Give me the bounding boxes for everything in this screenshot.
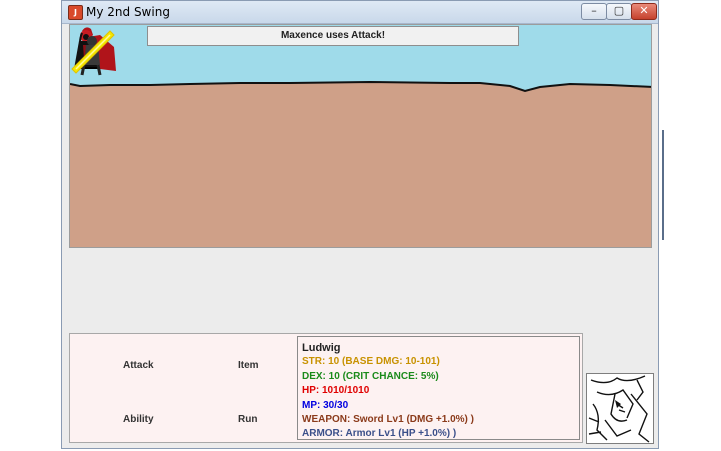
window-title: My 2nd Swing <box>86 5 170 19</box>
command-panel: Attack Item Ability Run Ludwig STR: 10 (… <box>69 333 583 443</box>
player-sprite <box>71 30 116 76</box>
attack-button[interactable]: Attack <box>119 358 158 373</box>
battle-background <box>70 25 651 247</box>
maximize-button[interactable]: ▢ <box>606 3 632 20</box>
title-bar[interactable]: J My 2nd Swing – ▢ ✕ <box>62 1 658 24</box>
stat-hp: HP: 1010/1010 <box>302 385 370 397</box>
battle-scene: Maxence uses Attack! <box>69 24 652 248</box>
background-right <box>659 0 721 451</box>
item-button[interactable]: Item <box>234 358 263 373</box>
desktop-edge-line <box>662 130 664 240</box>
close-button[interactable]: ✕ <box>631 3 657 20</box>
character-stats: Ludwig STR: 10 (BASE DMG: 10-101) DEX: 1… <box>297 336 580 440</box>
java-app-icon: J <box>68 5 83 20</box>
stat-str: STR: 10 (BASE DMG: 10-101) <box>302 356 440 368</box>
ability-button[interactable]: Ability <box>119 412 158 427</box>
background-left <box>0 0 62 451</box>
stat-dex: DEX: 10 (CRIT CHANCE: 5%) <box>302 370 439 382</box>
character-portrait <box>586 373 654 444</box>
stat-weapon: WEAPON: Sword Lv1 (DMG +1.0%) ) <box>302 414 474 426</box>
game-window: J My 2nd Swing – ▢ ✕ Maxence uses Attack… <box>61 0 659 449</box>
battle-message: Maxence uses Attack! <box>147 26 519 46</box>
minimize-button[interactable]: – <box>581 3 607 20</box>
character-name: Ludwig <box>302 342 341 354</box>
portrait-sketch <box>588 375 650 443</box>
stat-armor: ARMOR: Armor Lv1 (HP +1.0%) ) <box>302 428 457 440</box>
stat-mp: MP: 30/30 <box>302 399 349 411</box>
run-button[interactable]: Run <box>234 412 261 427</box>
